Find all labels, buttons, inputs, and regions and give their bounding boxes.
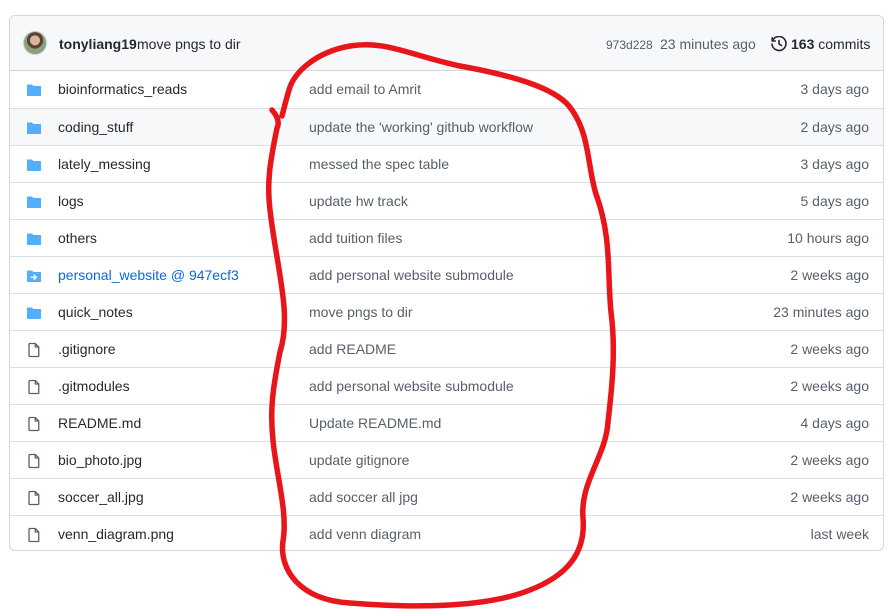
file-icon <box>26 527 42 543</box>
commit-age: 3 days ago <box>800 81 870 97</box>
file-row[interactable]: quick_notes move pngs to dir 23 minutes ag… <box>10 293 883 330</box>
file-name-link[interactable]: quick_notes <box>58 304 133 320</box>
file-icon <box>26 342 42 358</box>
commit-message-link[interactable]: add email to Amrit <box>309 81 421 97</box>
file-row[interactable]: venn_diagram.png add venn diagram last wee… <box>10 515 883 550</box>
commit-time: 23 minutes ago <box>660 36 756 52</box>
file-row[interactable]: personal_website @ 947ecf3 add personal w… <box>10 256 883 293</box>
file-row[interactable]: .gitignore add README 2 weeks ago <box>10 330 883 367</box>
file-name-link[interactable]: venn_diagram.png <box>58 526 174 542</box>
latest-commit-bar: tonyliang19 move pngs to dir 973d228 23 … <box>10 16 883 71</box>
file-name-link[interactable]: personal_website @ 947ecf3 <box>58 267 239 283</box>
commit-age: 23 minutes ago <box>773 304 869 320</box>
history-icon[interactable] <box>771 36 787 52</box>
file-row[interactable]: others add tuition files 10 hours ago <box>10 219 883 256</box>
commit-message[interactable]: move pngs to dir <box>137 36 241 52</box>
commit-age: 2 weeks ago <box>790 267 869 283</box>
commits-link[interactable]: 163 commits <box>791 36 870 52</box>
commit-message-link[interactable]: update hw track <box>309 193 408 209</box>
commit-age: 2 weeks ago <box>790 489 869 505</box>
commit-message-link[interactable]: messed the spec table <box>309 156 449 172</box>
file-row[interactable]: README.md Update README.md 4 days ago <box>10 404 883 441</box>
file-icon <box>26 379 42 395</box>
file-name-link[interactable]: soccer_all.jpg <box>58 489 144 505</box>
folder-icon <box>26 194 42 210</box>
file-row[interactable]: bio_photo.jpg update gitignore 2 weeks ago <box>10 441 883 478</box>
commit-message-link[interactable]: add README <box>309 341 396 357</box>
file-row[interactable]: .gitmodules add personal website submodul… <box>10 367 883 404</box>
commit-age: 2 days ago <box>800 119 870 135</box>
commit-age: 2 weeks ago <box>790 378 869 394</box>
file-name-link[interactable]: bioinformatics_reads <box>58 81 187 97</box>
file-name-link[interactable]: lately_messing <box>58 156 151 172</box>
commit-sha[interactable]: 973d228 <box>606 38 653 52</box>
file-name-link[interactable]: .gitignore <box>58 341 116 357</box>
commit-message-link[interactable]: add tuition files <box>309 230 402 246</box>
commit-age: 10 hours ago <box>787 230 869 246</box>
commit-message-link[interactable]: add venn diagram <box>309 526 421 542</box>
file-icon <box>26 416 42 432</box>
folder-icon <box>26 305 42 321</box>
commit-message-link[interactable]: add soccer all jpg <box>309 489 418 505</box>
file-name-link[interactable]: coding_stuff <box>58 119 133 135</box>
file-row[interactable]: coding_stuff update the 'working' github … <box>10 108 883 145</box>
file-icon <box>26 453 42 469</box>
commit-message-link[interactable]: add personal website submodule <box>309 378 514 394</box>
file-name-link[interactable]: .gitmodules <box>58 378 130 394</box>
file-name-link[interactable]: others <box>58 230 97 246</box>
file-name-link[interactable]: README.md <box>58 415 141 431</box>
commit-age: 2 weeks ago <box>790 341 869 357</box>
file-name-link[interactable]: logs <box>58 193 84 209</box>
commit-age: 2 weeks ago <box>790 452 869 468</box>
commit-message-link[interactable]: Update README.md <box>309 415 441 431</box>
file-row[interactable]: lately_messing messed the spec table 3 day… <box>10 145 883 182</box>
file-name-link[interactable]: bio_photo.jpg <box>58 452 142 468</box>
folder-icon <box>26 120 42 136</box>
file-row[interactable]: soccer_all.jpg add soccer all jpg 2 weeks … <box>10 478 883 515</box>
submodule-icon <box>26 268 42 284</box>
commit-message-link[interactable]: update gitignore <box>309 452 409 468</box>
folder-icon <box>26 231 42 247</box>
commit-age: 3 days ago <box>800 156 870 172</box>
commit-age: last week <box>810 526 869 542</box>
folder-icon <box>26 82 42 98</box>
commit-message-link[interactable]: update the 'working' github workflow <box>309 119 533 135</box>
commit-author[interactable]: tonyliang19 <box>59 36 137 52</box>
commit-age: 5 days ago <box>800 193 870 209</box>
commits-label: commits <box>814 36 871 52</box>
commit-message-link[interactable]: add personal website submodule <box>309 267 514 283</box>
file-icon <box>26 490 42 506</box>
file-row[interactable]: logs update hw track 5 days ago <box>10 182 883 219</box>
commits-count: 163 <box>791 36 815 52</box>
file-browser: tonyliang19 move pngs to dir 973d228 23 … <box>9 15 884 551</box>
file-row[interactable]: bioinformatics_reads add email to Amrit 3 … <box>10 71 883 108</box>
avatar[interactable] <box>23 31 47 55</box>
folder-icon <box>26 157 42 173</box>
commit-age: 4 days ago <box>800 415 870 431</box>
commit-message-link[interactable]: move pngs to dir <box>309 304 413 320</box>
